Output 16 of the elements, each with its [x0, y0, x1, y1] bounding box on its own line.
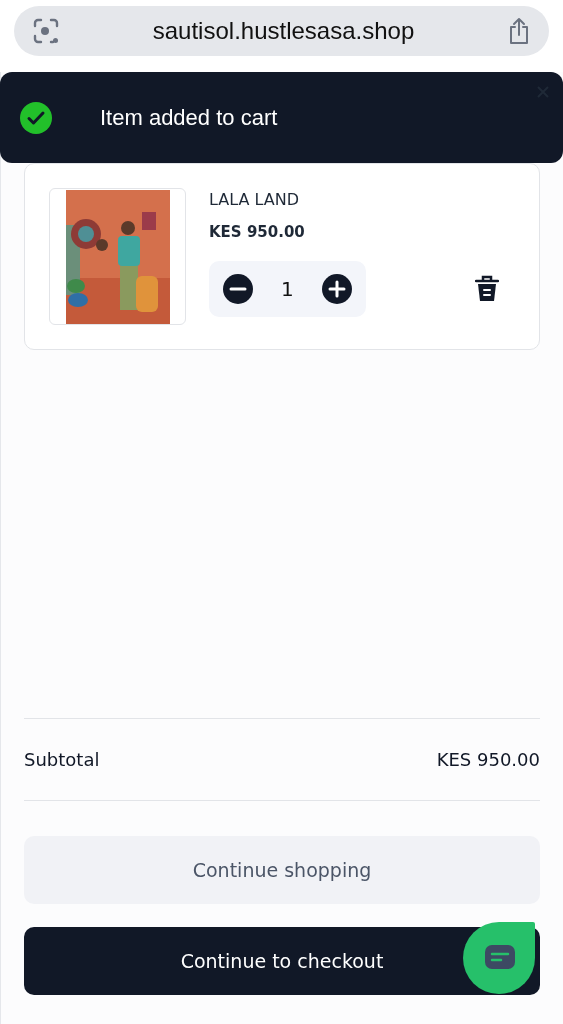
toast-message: Item added to cart: [100, 104, 278, 131]
camera-icon[interactable]: [32, 17, 60, 45]
trash-icon[interactable]: [475, 275, 499, 303]
subtotal-value: KES 950.00: [436, 749, 540, 770]
plus-button[interactable]: [321, 274, 352, 304]
minus-button[interactable]: [223, 274, 253, 304]
subtotal-label: Subtotal: [24, 749, 100, 770]
url-text: sautisol.hustlesasa.shop: [151, 17, 416, 45]
quantity-value: 1: [281, 277, 294, 301]
product-name: LALA LAND: [209, 190, 301, 209]
share-icon[interactable]: [507, 17, 531, 45]
check-icon: [20, 101, 52, 134]
chat-button[interactable]: [463, 922, 535, 994]
continue-shopping-button[interactable]: Continue shopping: [24, 836, 540, 904]
product-price: KES 950.00: [209, 223, 306, 241]
address-bar[interactable]: sautisol.hustlesasa.shop: [14, 6, 549, 56]
